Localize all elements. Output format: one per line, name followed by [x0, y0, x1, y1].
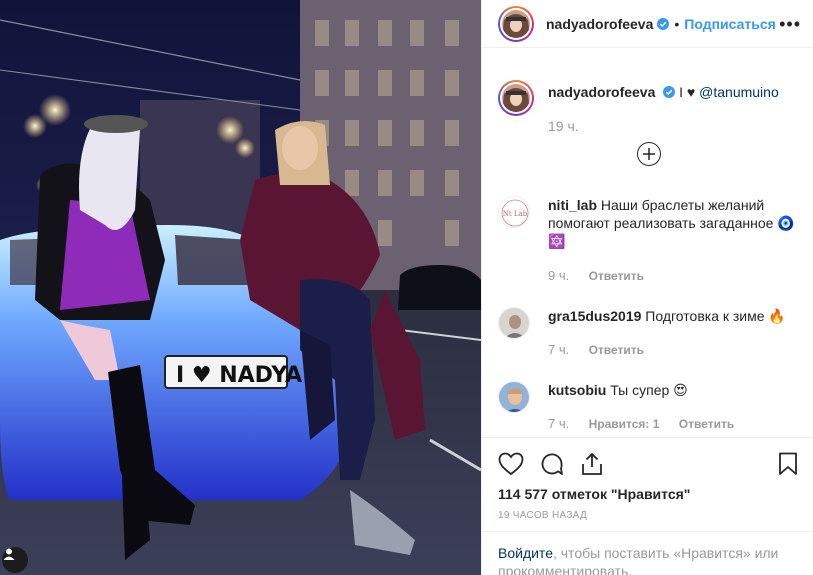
author-username[interactable]: nadyadorofeeva [546, 16, 653, 32]
comment-time: 7 ч. [548, 342, 570, 357]
caption-mention-link[interactable]: @tanumuino [699, 84, 779, 100]
comment-text: gra15dus2019 Подготовка к зиме 🔥 [548, 307, 786, 339]
comment-meta: 7 ч. Нравится: 1 Ответить [548, 416, 750, 431]
more-options-icon[interactable]: ••• [779, 14, 801, 35]
comment-body: Подготовка к зиме 🔥 [645, 308, 786, 324]
comment-avatar[interactable] [498, 307, 530, 339]
comment-username[interactable]: niti_lab [548, 197, 597, 213]
follow-button[interactable]: Подписаться [684, 16, 776, 32]
comment-username[interactable]: gra15dus2019 [548, 308, 641, 324]
comment-bubble-icon[interactable] [540, 452, 564, 476]
likes-count[interactable]: 114 577 отметок "Нравится" [498, 486, 690, 502]
post-photo[interactable]: I ♥ NADYA [0, 0, 481, 575]
comment-meta: 9 ч. Ответить [548, 268, 660, 283]
comment-avatar[interactable]: Nt Lab [498, 196, 530, 228]
login-link[interactable]: Войдите [498, 545, 553, 561]
reply-button[interactable]: Ответить [589, 269, 644, 283]
bookmark-icon[interactable] [778, 452, 798, 476]
share-icon[interactable] [580, 452, 604, 476]
avatar-photo [502, 9, 530, 38]
reply-button[interactable]: Ответить [589, 343, 644, 357]
comment-meta: 7 ч. Ответить [548, 342, 660, 357]
comment-text: kutsobiu Ты супер 😍 [548, 381, 688, 413]
verified-badge-icon [657, 17, 670, 30]
post-details-panel: nadyadorofeeva • Подписаться ••• nadyado… [481, 0, 813, 575]
comment-time: 7 ч. [548, 416, 570, 431]
post-actions: 114 577 отметок "Нравится" 19 ЧАСОВ НАЗА… [482, 437, 813, 575]
login-prompt: Войдите, чтобы поставить «Нравится» или … [482, 531, 813, 575]
caption-avatar-photo [502, 84, 530, 112]
author-avatar[interactable] [498, 5, 534, 42]
load-more-comments-button[interactable] [637, 142, 661, 166]
comment-text: niti_lab Наши браслеты желаний помогают … [548, 196, 798, 250]
separator-dot: • [674, 15, 680, 32]
action-icons [498, 452, 604, 476]
plus-icon [643, 148, 655, 160]
license-plate-text: I ♥ NADYA [176, 363, 302, 388]
comment-item: gra15dus2019 Подготовка к зиме 🔥 [498, 307, 798, 339]
caption-timestamp: 19 ч. [548, 118, 579, 134]
comment-likes[interactable]: Нравится: 1 [589, 417, 660, 431]
caption-author-avatar[interactable] [498, 80, 534, 116]
comment-avatar[interactable] [498, 381, 530, 413]
tagged-users-icon[interactable] [2, 547, 28, 573]
comment-body: Ты супер 😍 [610, 382, 688, 398]
comment-username[interactable]: kutsobiu [548, 382, 606, 398]
caption-body: I ♥ [679, 84, 700, 100]
caption-text: nadyadorofeeva I ♥ @tanumuino [548, 84, 779, 116]
post-container: I ♥ NADYA nadyadorofeeva • Подписаться •… [0, 0, 813, 575]
caption-username[interactable]: nadyadorofeeva [548, 84, 655, 100]
comment-avatar-logo: Nt Lab [503, 210, 528, 218]
post-header: nadyadorofeeva • Подписаться ••• [482, 0, 813, 48]
post-time-ago: 19 ЧАСОВ НАЗАД [498, 510, 588, 521]
comment-time: 9 ч. [548, 268, 570, 283]
comment-item: kutsobiu Ты супер 😍 [498, 381, 798, 413]
like-heart-icon[interactable] [498, 452, 524, 476]
caption-verified-badge-icon [663, 86, 676, 98]
reply-button[interactable]: Ответить [679, 417, 734, 431]
post-caption: nadyadorofeeva I ♥ @tanumuino [498, 80, 779, 116]
photo-artwork: I ♥ NADYA [0, 0, 481, 575]
comment-item: Nt Lab niti_lab Наши браслеты желаний по… [498, 196, 798, 250]
